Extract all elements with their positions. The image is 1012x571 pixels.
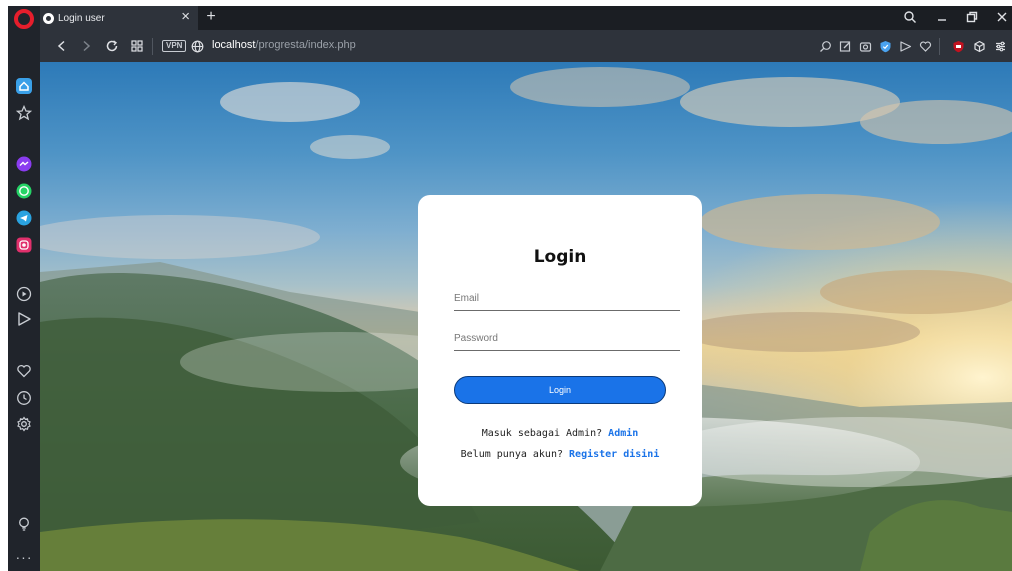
tips-icon[interactable] [14,514,34,534]
extensions-cube-icon[interactable] [971,38,987,54]
url-host: localhost [212,39,256,51]
easy-setup-icon[interactable] [992,38,1008,54]
register-link[interactable]: Register disini [569,449,659,460]
sidebar-more-button[interactable]: ··· [14,549,34,565]
heart-icon[interactable] [14,361,34,381]
vpn-badge[interactable]: VPN [162,40,187,52]
tab-title: Login user [58,12,105,24]
camera-icon[interactable] [857,38,873,54]
admin-prompt-text: Masuk sebagai Admin? [481,428,603,439]
browser-sidebar: ··· [8,6,40,571]
tab-bar: Login user × + [40,6,1012,30]
toolbar-divider [939,38,940,55]
toolbar-divider [152,38,153,55]
login-button[interactable]: Login [454,376,666,404]
home-icon[interactable] [14,76,34,96]
new-tab-button[interactable]: + [204,8,218,26]
globe-icon[interactable] [189,38,205,54]
history-icon[interactable] [14,388,34,408]
messenger-icon[interactable] [14,154,34,174]
tab-close-button[interactable]: × [181,9,190,25]
register-prompt-text: Belum punya akun? [460,449,563,460]
tab-grid-icon[interactable] [129,38,145,54]
ublock-icon[interactable] [950,38,966,54]
search-tabs-icon[interactable] [902,9,918,25]
telegram-icon[interactable] [14,208,34,228]
settings-icon[interactable] [14,414,34,434]
search-icon[interactable] [817,38,833,54]
heart-bookmark-icon[interactable] [917,38,933,54]
address-bar: VPN localhost/progresta/index.php [40,30,1012,62]
admin-link[interactable]: Admin [608,428,638,439]
tab-login-user[interactable]: Login user × [40,6,198,30]
opera-page-icon [43,12,54,24]
restore-icon[interactable] [964,9,980,25]
register-prompt-line: Belum punya akun? Register disini [418,449,702,460]
browser-window: ··· Login user × + VPN localhost/progres… [8,6,1012,571]
adblock-shield-icon[interactable] [877,38,893,54]
password-field[interactable] [454,329,680,351]
forward-icon[interactable] [78,38,94,54]
minimize-icon[interactable] [934,9,950,25]
opera-logo[interactable] [14,9,34,29]
star-icon[interactable] [14,103,34,123]
login-title: Login [533,247,587,267]
login-card: Login Login Masuk sebagai Admin? Admin B… [418,195,702,506]
flow-icon[interactable] [14,309,34,329]
snapshot-edit-icon[interactable] [837,38,853,54]
close-window-icon[interactable] [994,9,1010,25]
player-icon[interactable] [14,284,34,304]
back-icon[interactable] [54,38,70,54]
reload-icon[interactable] [104,38,120,54]
admin-prompt-line: Masuk sebagai Admin? Admin [418,428,702,439]
send-icon[interactable] [897,38,913,54]
email-field[interactable] [454,289,680,311]
page-content: Login Login Masuk sebagai Admin? Admin B… [40,62,1012,571]
instagram-icon[interactable] [14,235,34,255]
whatsapp-icon[interactable] [14,181,34,201]
url-path: /progresta/index.php [255,39,356,51]
url-field[interactable]: localhost/progresta/index.php [212,39,356,51]
